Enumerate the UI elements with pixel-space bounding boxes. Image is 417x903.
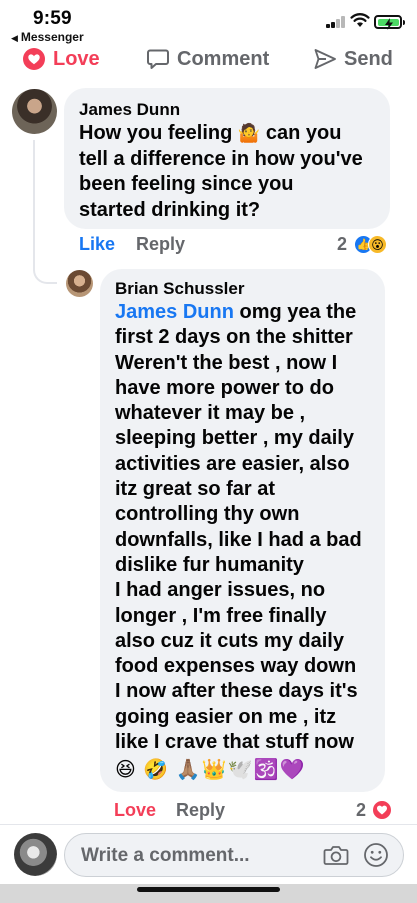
reply-line: sleeping better , my daily — [115, 427, 354, 450]
comment-line: tell a difference in how you've — [79, 147, 363, 170]
comment-line: started drinking it? — [79, 198, 261, 221]
reply-line: going easier on me , itz — [115, 705, 337, 728]
reply-line: controlling thy own — [115, 503, 300, 526]
reply-bubble[interactable]: Brian Schussler James Dunn omg yea the f… — [100, 269, 385, 792]
reaction-summary[interactable]: 👍 😮 — [354, 235, 390, 255]
reply-line: I had anger issues, no — [115, 579, 326, 602]
love-reply-button[interactable]: Love — [114, 800, 156, 821]
wifi-icon — [350, 13, 370, 27]
reply-line: itz great so far at — [115, 478, 276, 501]
send-arrow-icon — [314, 49, 336, 69]
battery-icon — [374, 15, 405, 30]
reply-line: I now after these days it's — [115, 680, 358, 703]
reply-line: James Dunn omg yea the — [115, 301, 357, 323]
cellular-signal-icon — [326, 16, 346, 28]
reply-thread-line — [33, 140, 57, 284]
love-reaction-icon[interactable] — [372, 800, 392, 820]
send-action-button[interactable]: Send — [313, 47, 393, 71]
reply-comment-button[interactable]: Reply — [136, 234, 185, 255]
home-indicator[interactable] — [137, 887, 280, 892]
reply-to-reply-button[interactable]: Reply — [176, 800, 225, 821]
mention-link[interactable]: James Dunn — [115, 301, 234, 323]
reply-line: longer , I'm free finally — [115, 604, 327, 627]
reply-line: activities are easier, also — [115, 452, 350, 475]
wow-reaction-icon: 😮 — [368, 235, 387, 254]
comment-bubble-icon — [147, 49, 169, 69]
current-user-avatar[interactable] — [14, 833, 57, 876]
reply-line: food expenses way down — [115, 655, 357, 678]
comment-text: How you feeling 🤷 can you tell a differe… — [79, 121, 376, 223]
comment-bubble[interactable]: James Dunn How you feeling 🤷 can you tel… — [64, 88, 390, 229]
love-action-label: Love — [53, 47, 100, 70]
avatar-brian-schussler[interactable] — [66, 270, 93, 297]
comment-author[interactable]: James Dunn — [79, 99, 376, 121]
send-action-label: Send — [344, 47, 393, 70]
comment-input[interactable]: Write a comment... — [64, 833, 404, 877]
comment-line: been feeling since you — [79, 173, 294, 195]
post-action-bar: Love Comment Send — [0, 40, 417, 78]
composer-divider — [0, 824, 417, 825]
like-comment-button[interactable]: Like — [79, 234, 115, 255]
reply-line: whatever it may be , — [115, 402, 306, 425]
reply-line: have more power to do — [115, 376, 334, 399]
reply-line: also cuz it cuts my daily — [115, 629, 344, 652]
comment-action-button[interactable]: Comment — [146, 47, 269, 71]
reply-line: Weren't the best , now I — [115, 351, 338, 374]
shrug-emoji-icon: 🤷 — [237, 123, 261, 143]
comment-input-placeholder: Write a comment... — [81, 845, 250, 866]
reply-text: James Dunn omg yea the first 2 days on t… — [115, 300, 371, 755]
comment-action-label: Comment — [177, 47, 270, 70]
reaction-count[interactable]: 2 — [337, 234, 347, 255]
reply-author[interactable]: Brian Schussler — [115, 278, 371, 300]
camera-icon[interactable] — [323, 842, 349, 868]
status-time: 9:59 — [33, 8, 72, 29]
love-action-button[interactable]: Love — [22, 47, 100, 71]
reply-line: first 2 days on the shitter — [115, 326, 353, 349]
reply-line: dislike fur humanity — [115, 553, 304, 576]
emoji-smile-icon[interactable] — [363, 842, 389, 868]
reply-line: downfalls, like I had a bad — [115, 528, 362, 551]
reply-reaction-count[interactable]: 2 — [356, 800, 366, 821]
comment-line: How you feeling 🤷 can you — [79, 122, 342, 144]
avatar-james-dunn[interactable] — [12, 89, 57, 134]
reply-line: like I crave that stuff now — [115, 731, 354, 754]
emoji-row: 😆 🤣 🙏🏽👑🕊️🕉️💜 — [115, 759, 306, 782]
heart-icon — [23, 48, 45, 70]
